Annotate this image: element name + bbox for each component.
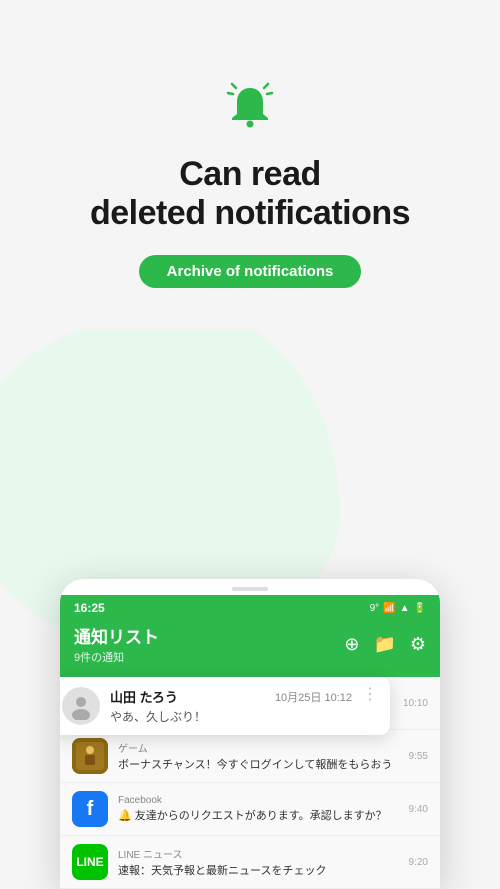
signal-icon: ▲ bbox=[400, 603, 410, 614]
drag-handle bbox=[232, 587, 268, 591]
notif-sender: 山田 たろう bbox=[110, 687, 178, 706]
notif-body: 山田 たろう 10月25日 10:12 やあ、久しぶり！ bbox=[110, 687, 352, 725]
list-text: Facebook 🔔 友達からのリクエストがあります。承認しますか？ bbox=[118, 795, 399, 823]
app-subtitle: 9件の通知 bbox=[74, 649, 159, 665]
status-icons: 9° 📶 ▲ 🔋 bbox=[370, 603, 426, 614]
facebook-icon: f bbox=[72, 791, 108, 827]
list-item[interactable]: LINE LINE ニュース 速報：天気予報と最新ニュースをチェック 9:20 bbox=[60, 836, 440, 889]
list-time: 10:10 bbox=[403, 698, 428, 709]
game-icon bbox=[72, 738, 108, 774]
status-time: 16:25 bbox=[74, 601, 105, 615]
app-bar: 通知リスト 9件の通知 ⊕ 📁 ⚙ 山田 た bbox=[60, 615, 440, 677]
wifi-icon: 📶 bbox=[383, 603, 395, 614]
temp-icon: 9° bbox=[370, 603, 380, 614]
list-app-name: Facebook bbox=[118, 795, 399, 806]
notif-avatar bbox=[62, 687, 100, 725]
headline: Can read deleted notifications bbox=[90, 155, 410, 233]
list-time: 9:20 bbox=[409, 857, 428, 868]
folder-icon[interactable]: 📁 bbox=[373, 634, 395, 655]
list-time: 9:55 bbox=[409, 751, 428, 762]
line-icon: LINE bbox=[72, 844, 108, 880]
list-time: 9:40 bbox=[409, 804, 428, 815]
list-text: ゲーム ボーナスチャンス！今すぐログインして報酬をもらおう bbox=[118, 740, 399, 772]
notif-time: 10月25日 10:12 bbox=[275, 689, 352, 705]
notif-message: やあ、久しぶり！ bbox=[110, 708, 352, 725]
notif-more-icon[interactable]: ⋮ bbox=[362, 687, 378, 703]
settings-icon[interactable]: ⚙ bbox=[410, 634, 426, 655]
app-bar-icons: ⊕ 📁 ⚙ bbox=[344, 634, 426, 655]
top-section: Can read deleted notifications Archive o… bbox=[0, 0, 500, 288]
app-title: 通知リスト bbox=[74, 623, 159, 648]
floating-notification: 山田 たろう 10月25日 10:12 やあ、久しぶり！ ⋮ bbox=[60, 677, 390, 735]
bell-icon bbox=[224, 80, 276, 137]
list-item[interactable]: ゲーム ボーナスチャンス！今すぐログインして報酬をもらおう 9:55 bbox=[60, 730, 440, 783]
archive-badge[interactable]: Archive of notifications bbox=[139, 255, 362, 288]
list-text: LINE ニュース 速報：天気予報と最新ニュースをチェック bbox=[118, 846, 399, 878]
list-app-name: ゲーム bbox=[118, 740, 399, 755]
battery-icon: 🔋 bbox=[414, 603, 426, 614]
list-app-name: LINE ニュース bbox=[118, 846, 399, 861]
status-bar: 16:25 9° 📶 ▲ 🔋 bbox=[60, 595, 440, 615]
list-message: 速報：天気予報と最新ニュースをチェック bbox=[118, 862, 399, 878]
list-message: ボーナスチャンス！今すぐログインして報酬をもらおう bbox=[118, 756, 399, 772]
list-item[interactable]: f Facebook 🔔 友達からのリクエストがあります。承認しますか？ 9:4… bbox=[60, 783, 440, 836]
list-message: 🔔 友達からのリクエストがあります。承認しますか？ bbox=[118, 807, 399, 823]
target-icon[interactable]: ⊕ bbox=[344, 634, 359, 655]
app-bar-left: 通知リスト 9件の通知 bbox=[74, 623, 159, 665]
notif-header: 山田 たろう 10月25日 10:12 bbox=[110, 687, 352, 706]
phone-mockup: 16:25 9° 📶 ▲ 🔋 通知リスト 9件の通知 ⊕ 📁 ⚙ bbox=[60, 579, 440, 889]
